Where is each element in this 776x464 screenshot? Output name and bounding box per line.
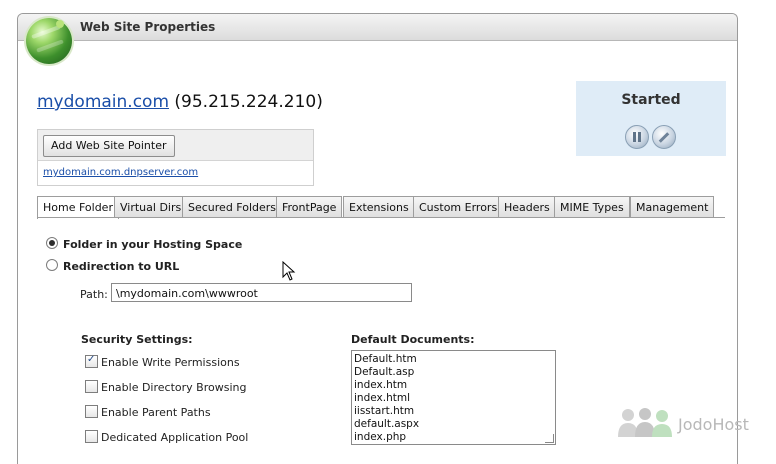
default-document-item: Default.asp: [354, 366, 415, 378]
site-ip: (95.215.224.210): [174, 92, 323, 112]
stop-icon[interactable]: [652, 125, 676, 149]
pointer-toolbar: Add Web Site Pointer: [38, 130, 313, 161]
default-document-item: iisstart.htm: [354, 405, 415, 417]
default-document-item: Default.htm: [354, 353, 417, 365]
tab-management[interactable]: Management: [630, 196, 715, 218]
dedicated-application-pool-checkbox[interactable]: Dedicated Application Pool: [85, 430, 248, 444]
default-documents-textarea[interactable]: Default.htm Default.asp index.htm index.…: [351, 350, 556, 445]
site-pointers-box: Add Web Site Pointer mydomain.com.dnpser…: [37, 129, 314, 186]
enable-parent-paths-checkbox[interactable]: Enable Parent Paths: [85, 405, 211, 419]
default-document-item: index.htm: [354, 379, 408, 391]
path-label: Path:: [80, 288, 108, 301]
default-document-item: index.php: [354, 431, 407, 443]
tab-custom-errors[interactable]: Custom Errors: [413, 196, 504, 218]
site-domain-heading: mydomain.com (95.215.224.210): [37, 92, 323, 112]
path-input[interactable]: \mydomain.com\wwwroot: [111, 283, 412, 302]
pointer-link[interactable]: mydomain.com.dnpserver.com: [43, 167, 198, 178]
tab-divider: [37, 217, 725, 218]
watermark-text: JodoHost: [678, 415, 749, 434]
option-folder-in-hosting-space[interactable]: Folder in your Hosting Space: [46, 237, 242, 251]
resize-grip-icon[interactable]: [545, 434, 554, 443]
enable-directory-browsing-checkbox[interactable]: Enable Directory Browsing: [85, 380, 246, 394]
tab-virtual-dirs[interactable]: Virtual Dirs: [114, 196, 188, 218]
add-web-site-pointer-button[interactable]: Add Web Site Pointer: [43, 135, 175, 157]
default-documents-title: Default Documents:: [351, 333, 475, 346]
domain-link[interactable]: mydomain.com: [37, 92, 169, 112]
default-document-item: default.aspx: [354, 418, 420, 430]
tab-frontpage[interactable]: FrontPage: [276, 196, 343, 218]
checkbox-icon[interactable]: [85, 405, 98, 418]
security-settings-title: Security Settings:: [81, 333, 193, 346]
checkbox-icon[interactable]: [85, 380, 98, 393]
option-redirection-to-url[interactable]: Redirection to URL: [46, 259, 179, 273]
tab-headers[interactable]: Headers: [498, 196, 556, 218]
pause-icon[interactable]: [625, 125, 649, 149]
mouse-cursor-icon: [282, 261, 296, 281]
status-label: Started: [621, 92, 681, 108]
radio-unselected-icon[interactable]: [46, 259, 58, 271]
globe-icon: [26, 18, 72, 64]
checkbox-icon[interactable]: [85, 430, 98, 443]
tab-extensions[interactable]: Extensions: [343, 196, 415, 218]
site-status-box: Started: [576, 81, 726, 156]
radio-selected-icon[interactable]: [46, 237, 58, 249]
tab-home-folder[interactable]: Home Folder: [37, 196, 119, 219]
people-logo-icon: [618, 408, 672, 437]
panel-title: Web Site Properties: [80, 20, 216, 34]
default-document-item: index.html: [354, 392, 410, 404]
tab-secured-folders[interactable]: Secured Folders: [182, 196, 283, 218]
checkbox-checked-icon[interactable]: [85, 354, 98, 368]
tab-mime-types[interactable]: MIME Types: [554, 196, 630, 218]
panel-header: Web Site Properties: [18, 14, 737, 41]
enable-write-permissions-checkbox[interactable]: Enable Write Permissions: [85, 354, 240, 369]
